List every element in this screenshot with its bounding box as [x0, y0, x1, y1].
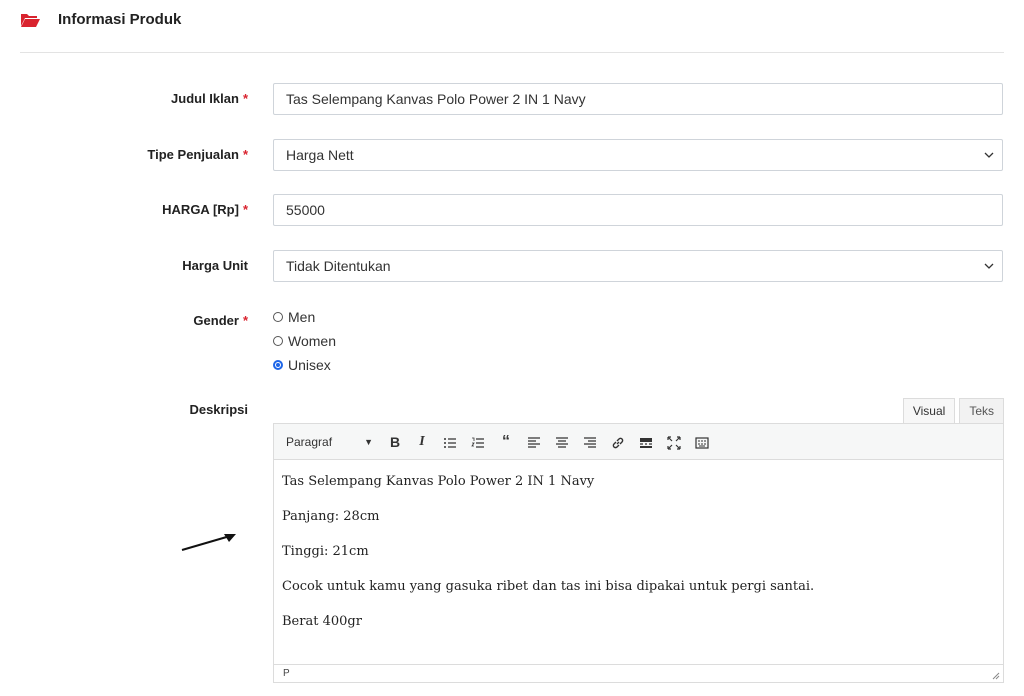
chevron-down-icon — [984, 152, 994, 158]
caret-down-icon: ▼ — [364, 437, 373, 447]
editor-toolbar: Paragraf ▼ B I “ — [274, 424, 1003, 460]
harga-unit-value: Tidak Ditentukan — [286, 258, 391, 274]
required-mark: * — [242, 202, 248, 217]
align-left-icon[interactable] — [523, 430, 545, 454]
judul-input[interactable]: Tas Selempang Kanvas Polo Power 2 IN 1 N… — [273, 83, 1003, 115]
chevron-down-icon — [984, 263, 994, 269]
resize-grip-icon[interactable] — [992, 672, 1000, 680]
format-select[interactable]: Paragraf ▼ — [281, 431, 379, 453]
required-mark: * — [242, 147, 248, 162]
description-line: Tas Selempang Kanvas Polo Power 2 IN 1 N… — [282, 474, 595, 489]
tab-teks[interactable]: Teks — [959, 398, 1004, 424]
gender-option-women[interactable]: Women — [273, 332, 336, 350]
required-mark: * — [242, 91, 248, 106]
description-line: Panjang: 28cm — [282, 509, 380, 524]
element-path[interactable]: P — [283, 668, 290, 679]
judul-label: Judul Iklan * — [171, 91, 248, 106]
italic-icon[interactable]: I — [411, 430, 433, 454]
gender-label: Gender * — [193, 313, 248, 328]
fullscreen-icon[interactable] — [663, 430, 685, 454]
harga-label: HARGA [Rp] * — [162, 202, 248, 217]
annotation-arrow-icon — [181, 534, 236, 551]
gender-option-unisex[interactable]: Unisex — [273, 356, 331, 374]
link-icon[interactable] — [607, 430, 629, 454]
tipe-select-value: Harga Nett — [286, 147, 354, 163]
tipe-select[interactable]: Harga Nett — [273, 139, 1003, 171]
gender-option-men[interactable]: Men — [273, 308, 315, 326]
description-line: Tinggi: 21cm — [282, 544, 369, 559]
bullet-list-icon[interactable] — [439, 430, 461, 454]
radio-button[interactable] — [273, 336, 283, 346]
radio-button-checked[interactable] — [273, 360, 283, 370]
description-line: Cocok untuk kamu yang gasuka ribet dan t… — [282, 579, 815, 594]
radio-button[interactable] — [273, 312, 283, 322]
bold-icon[interactable]: B — [384, 430, 406, 454]
section-header: Informasi Produk — [20, 10, 1004, 53]
toolbar-toggle-icon[interactable] — [691, 430, 713, 454]
deskripsi-label: Deskripsi — [189, 402, 248, 417]
numbered-list-icon[interactable] — [467, 430, 489, 454]
folder-open-icon — [21, 14, 40, 27]
read-more-icon[interactable] — [635, 430, 657, 454]
required-mark: * — [242, 313, 248, 328]
description-editor: Paragraf ▼ B I “ Tas Selempang Kanvas Po… — [273, 423, 1004, 683]
editor-statusbar: P — [274, 664, 1003, 682]
align-center-icon[interactable] — [551, 430, 573, 454]
section-title: Informasi Produk — [58, 11, 182, 28]
harga-input[interactable]: 55000 — [273, 194, 1003, 226]
editor-content[interactable]: Tas Selempang Kanvas Polo Power 2 IN 1 N… — [274, 460, 1003, 664]
tipe-label: Tipe Penjualan * — [147, 147, 248, 162]
harga-unit-label: Harga Unit — [182, 258, 248, 273]
description-line: Berat 400gr — [282, 614, 362, 629]
align-right-icon[interactable] — [579, 430, 601, 454]
editor-tabs: Visual Teks — [899, 398, 1004, 424]
harga-unit-select[interactable]: Tidak Ditentukan — [273, 250, 1003, 282]
blockquote-icon[interactable]: “ — [495, 430, 517, 454]
tab-visual[interactable]: Visual — [902, 398, 956, 424]
